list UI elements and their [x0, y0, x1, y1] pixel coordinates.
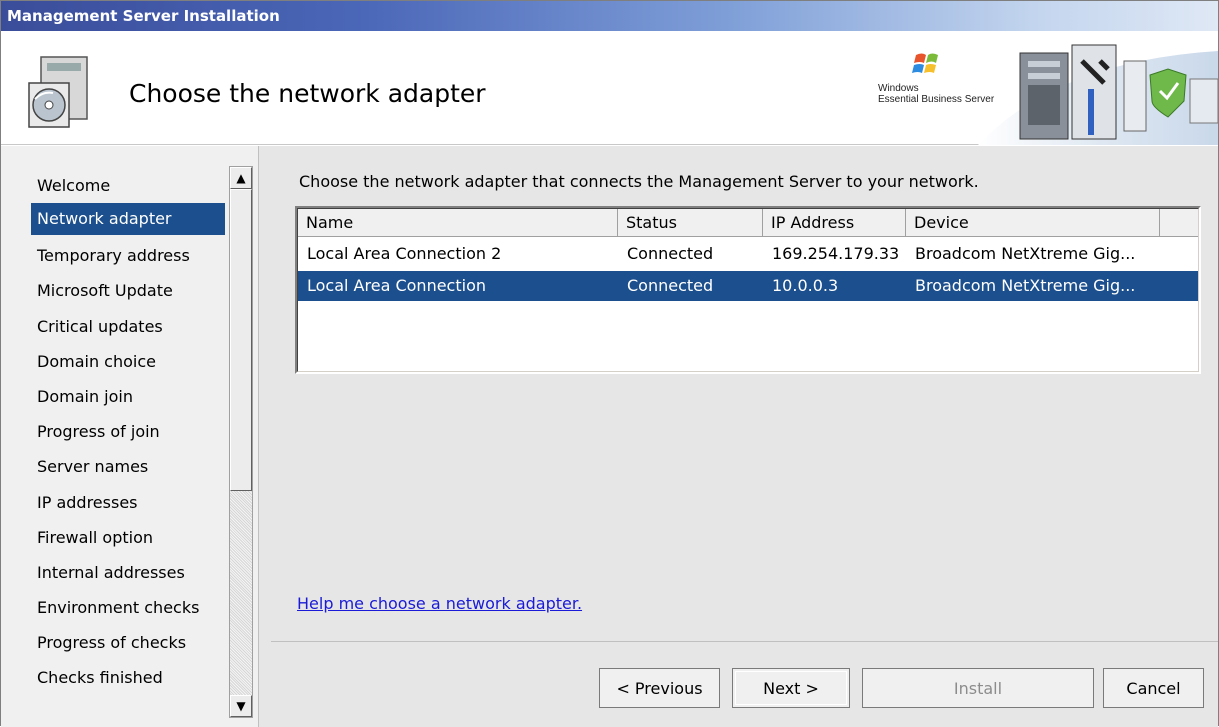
- scroll-down-arrow-icon[interactable]: ▼: [230, 695, 252, 717]
- wizard-content: Choose the network adapter that connects…: [271, 146, 1218, 727]
- help-choose-adapter-link[interactable]: Help me choose a network adapter.: [297, 594, 582, 613]
- previous-button[interactable]: < Previous: [599, 668, 720, 708]
- adapter-row[interactable]: Local Area Connection Connected 10.0.0.3 Br…: [298, 271, 1198, 301]
- adapter-name-cell: Local Area Connection: [307, 276, 486, 295]
- nav-step-item: IP addresses: [37, 492, 138, 512]
- nav-step-item: Microsoft Update: [37, 281, 173, 301]
- wizard-body: Welcome Network adapter Temporary address M…: [1, 146, 1218, 727]
- adapter-status-cell: Connected: [627, 276, 714, 295]
- brand-logo-text: Windows Essential Business Server: [878, 83, 995, 105]
- instruction-text: Choose the network adapter that connects…: [299, 172, 979, 191]
- column-header-filler: [1160, 209, 1198, 237]
- adapter-ip-cell: 169.254.179.33: [772, 244, 900, 263]
- nav-step-item: Server names: [37, 457, 149, 477]
- install-button[interactable]: Install: [862, 668, 1094, 708]
- column-header[interactable]: Status: [618, 209, 763, 237]
- nav-step-item: Environment checks: [37, 598, 200, 618]
- nav-step-item: Domain choice: [37, 351, 156, 371]
- adapter-device-cell: Broadcom NetXtreme Gig...: [915, 276, 1136, 295]
- nav-step-item: Domain join: [37, 386, 133, 406]
- column-header[interactable]: Device: [906, 209, 1160, 237]
- column-header[interactable]: IP Address: [763, 209, 906, 237]
- page-title: Choose the network adapter: [129, 79, 486, 108]
- nav-step-item: Temporary address: [37, 246, 190, 266]
- nav-step-item: Checks finished: [37, 668, 163, 688]
- nav-step-item: Progress of checks: [37, 633, 187, 653]
- nav-scrollbar[interactable]: ▲ ▼: [229, 166, 253, 718]
- adapter-status-cell: Connected: [627, 244, 714, 263]
- page-header: Choose the network adapter Windows Essen…: [1, 31, 1219, 145]
- title-bar: Management Server Installation: [1, 1, 1218, 31]
- nav-step-item: Firewall option: [37, 527, 154, 547]
- scroll-up-arrow-icon[interactable]: ▲: [230, 167, 252, 189]
- wizard-step-nav: Welcome Network adapter Temporary address M…: [1, 146, 259, 727]
- step-list: Welcome Network adapter Temporary address M…: [31, 171, 225, 699]
- nav-step-item: Network adapter: [31, 203, 225, 236]
- network-adapter-list[interactable]: Name Status IP Address Device Local Area Con…: [295, 206, 1201, 374]
- next-button[interactable]: Next >: [732, 668, 850, 708]
- adapter-row[interactable]: Local Area Connection 2 Connected 169.254.…: [298, 239, 1198, 269]
- nav-step-item: Welcome: [37, 176, 111, 195]
- adapter-ip-cell: 10.0.0.3: [772, 276, 839, 295]
- nav-step-item: Progress of join: [37, 422, 160, 442]
- adapter-device-cell: Broadcom NetXtreme Gig...: [915, 244, 1136, 263]
- adapter-table: Name Status IP Address Device Local Area Con…: [297, 208, 1199, 372]
- scroll-thumb[interactable]: [230, 189, 252, 491]
- column-header[interactable]: Name: [298, 209, 618, 237]
- nav-step-item: Internal addresses: [37, 562, 185, 582]
- brand-banner: Windows Essential Business Server: [878, 31, 1219, 145]
- nav-step-item: Critical updates: [37, 316, 163, 336]
- cancel-button[interactable]: Cancel: [1103, 668, 1204, 708]
- installer-window: Management Server Installation Choose th…: [0, 0, 1219, 727]
- adapter-name-cell: Local Area Connection 2: [307, 244, 502, 263]
- installer-box-icon: [28, 56, 88, 128]
- button-bar: < Previous Next > Install Cancel: [271, 641, 1218, 727]
